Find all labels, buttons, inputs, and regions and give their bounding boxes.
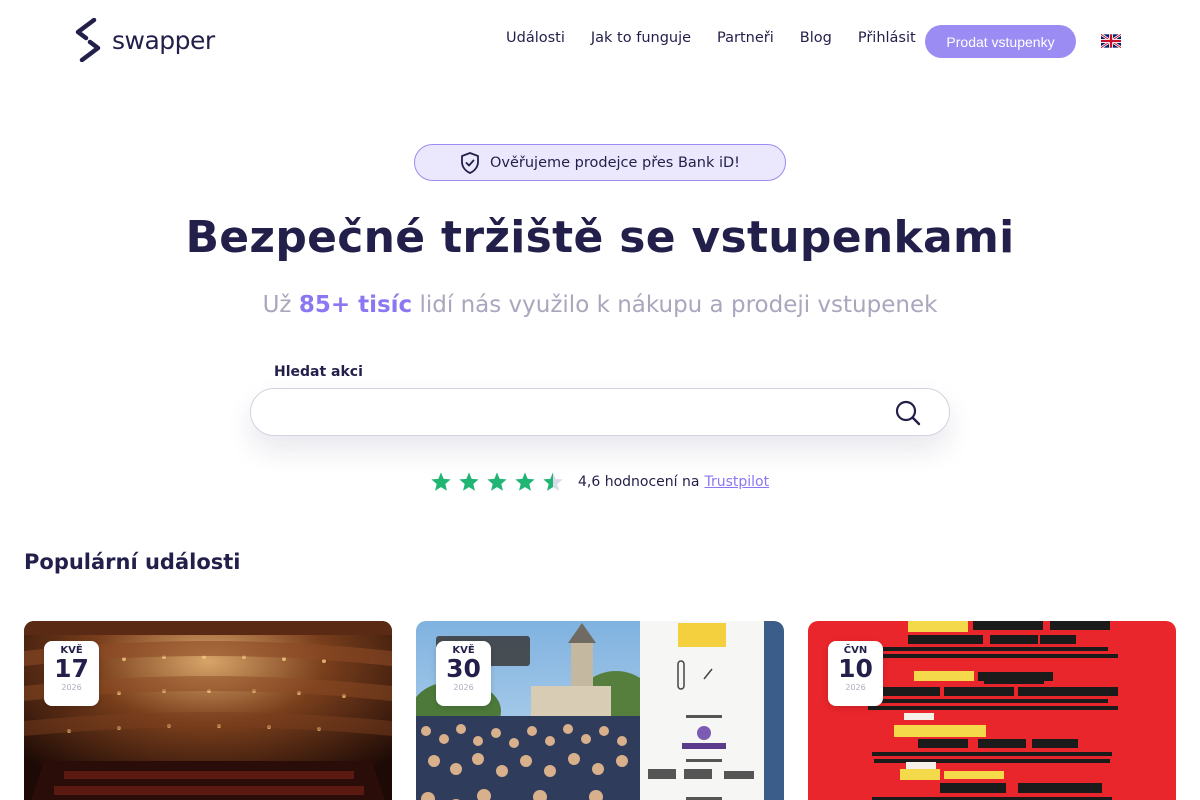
bank-id-badge: Ověřujeme prodejce přes Bank iD! bbox=[414, 144, 786, 181]
main-nav: Události Jak to funguje Partneři Blog Př… bbox=[506, 30, 942, 46]
star-icon bbox=[487, 472, 507, 491]
header: swapper Události Jak to funguje Partneři… bbox=[0, 0, 1200, 82]
logo-text: swapper bbox=[112, 25, 215, 55]
search-icon[interactable] bbox=[895, 400, 921, 426]
star-icon bbox=[431, 472, 451, 491]
section-title: Populární události bbox=[24, 550, 241, 574]
trustpilot-link[interactable]: Trustpilot bbox=[704, 474, 769, 490]
page-title: Bezpečné tržiště se vstupenkami bbox=[185, 212, 1015, 263]
rating-text: 4,6 hodnocení na bbox=[578, 474, 700, 490]
event-card[interactable]: KVĚ 17 2026 bbox=[24, 621, 392, 800]
event-year: 2026 bbox=[453, 683, 474, 692]
swapper-logo-icon bbox=[75, 18, 101, 62]
event-card[interactable]: KVĚ 30 2026 bbox=[416, 621, 784, 800]
nav-item-login[interactable]: Přihlásit bbox=[858, 30, 916, 46]
event-day: 30 bbox=[446, 654, 481, 683]
search-label: Hledat akci bbox=[274, 364, 363, 380]
uk-flag-icon[interactable] bbox=[1101, 34, 1121, 48]
subtitle-prefix: Už bbox=[262, 292, 292, 318]
shield-check-icon bbox=[461, 151, 479, 174]
event-date-badge: ČVN 10 2026 bbox=[828, 641, 883, 706]
search-box[interactable] bbox=[250, 388, 950, 436]
nav-item-events[interactable]: Události bbox=[506, 30, 565, 46]
subtitle-highlight: 85+ tisíc bbox=[298, 292, 413, 318]
event-year: 2026 bbox=[845, 683, 866, 692]
trustpilot-rating: 4,6 hodnocení na Trustpilot bbox=[430, 471, 769, 493]
event-card[interactable]: ČVN 10 2026 bbox=[808, 621, 1176, 800]
rating-stars bbox=[430, 471, 570, 493]
subtitle-suffix: lidí nás využilo k nákupu a prodeji vstu… bbox=[419, 292, 938, 318]
event-year: 2026 bbox=[61, 683, 82, 692]
search-input[interactable] bbox=[275, 401, 875, 425]
event-date-badge: KVĚ 17 2026 bbox=[44, 641, 99, 706]
event-date-badge: KVĚ 30 2026 bbox=[436, 641, 491, 706]
badge-text: Ověřujeme prodejce přes Bank iD! bbox=[489, 154, 740, 171]
star-icon bbox=[459, 472, 479, 491]
nav-item-blog[interactable]: Blog bbox=[800, 30, 832, 46]
event-day: 17 bbox=[54, 654, 89, 683]
hero-subtitle: Už 85+ tisíc lidí nás využilo k nákupu a… bbox=[0, 292, 1200, 318]
half-star-icon bbox=[543, 472, 563, 491]
logo[interactable]: swapper bbox=[72, 18, 215, 62]
nav-item-how-it-works[interactable]: Jak to funguje bbox=[591, 30, 691, 46]
event-day: 10 bbox=[838, 654, 873, 683]
star-icon bbox=[515, 472, 535, 491]
sell-tickets-button[interactable]: Prodat vstupenky bbox=[925, 25, 1076, 58]
nav-item-partners[interactable]: Partneři bbox=[717, 30, 774, 46]
